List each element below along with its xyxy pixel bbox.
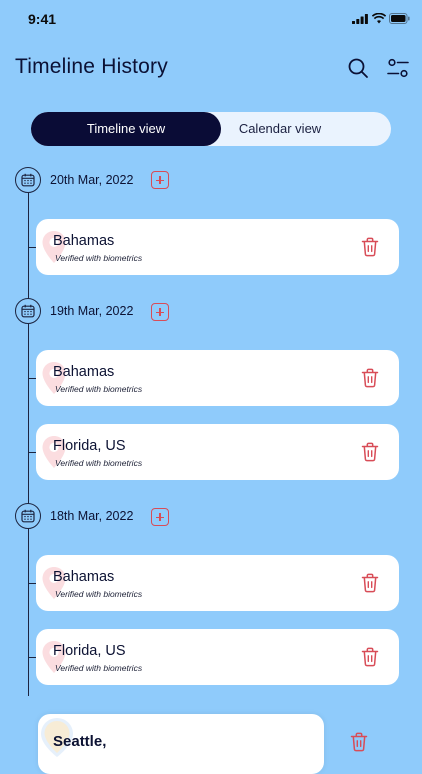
cellular-signal-icon: [352, 14, 368, 24]
tab-timeline-view-label[interactable]: Timeline view: [31, 112, 221, 146]
location-card[interactable]: Florida, US Verified with biometrics: [36, 424, 399, 480]
trash-icon[interactable]: [361, 442, 379, 462]
location-name: Seattle,: [53, 733, 107, 750]
location-name: Florida, US: [53, 643, 126, 659]
add-entry-button[interactable]: [151, 171, 169, 189]
trash-icon[interactable]: [361, 647, 379, 667]
tab-calendar-view[interactable]: Calendar view: [221, 112, 339, 146]
verification-status: Verified with biometrics: [55, 384, 143, 394]
date-label: 20th Mar, 2022: [50, 173, 134, 187]
date-label: 18th Mar, 2022: [50, 509, 134, 523]
calendar-icon: [15, 167, 41, 193]
location-card[interactable]: Bahamas Verified with biometrics: [36, 555, 399, 611]
wifi-icon: [372, 13, 386, 24]
location-name: Bahamas: [53, 569, 115, 585]
location-name: Bahamas: [53, 364, 115, 380]
calendar-icon: [15, 298, 41, 324]
location-card[interactable]: Florida, US Verified with biometrics: [36, 629, 399, 685]
page-title: Timeline History: [15, 55, 168, 78]
trash-icon[interactable]: [350, 732, 368, 752]
location-card[interactable]: Bahamas Verified with biometrics: [36, 350, 399, 406]
date-label: 19th Mar, 2022: [50, 304, 134, 318]
location-card[interactable]: Bahamas Verified with biometrics: [36, 219, 399, 275]
verification-status: Verified with biometrics: [55, 663, 143, 673]
add-entry-button[interactable]: [151, 303, 169, 321]
verification-status: Verified with biometrics: [55, 253, 143, 263]
trash-icon[interactable]: [361, 237, 379, 257]
location-card-partial[interactable]: Seattle,: [38, 714, 324, 774]
battery-icon: [389, 13, 410, 24]
calendar-icon: [15, 503, 41, 529]
trash-icon[interactable]: [361, 573, 379, 593]
trash-icon[interactable]: [361, 368, 379, 388]
verification-status: Verified with biometrics: [55, 458, 143, 468]
status-time: 9:41: [28, 11, 57, 27]
filter-icon[interactable]: [386, 56, 410, 80]
add-entry-button[interactable]: [151, 508, 169, 526]
location-name: Bahamas: [53, 233, 115, 249]
verification-status: Verified with biometrics: [55, 589, 143, 599]
location-name: Florida, US: [53, 438, 126, 454]
timeline-line: [28, 193, 30, 696]
search-icon[interactable]: [346, 56, 370, 80]
